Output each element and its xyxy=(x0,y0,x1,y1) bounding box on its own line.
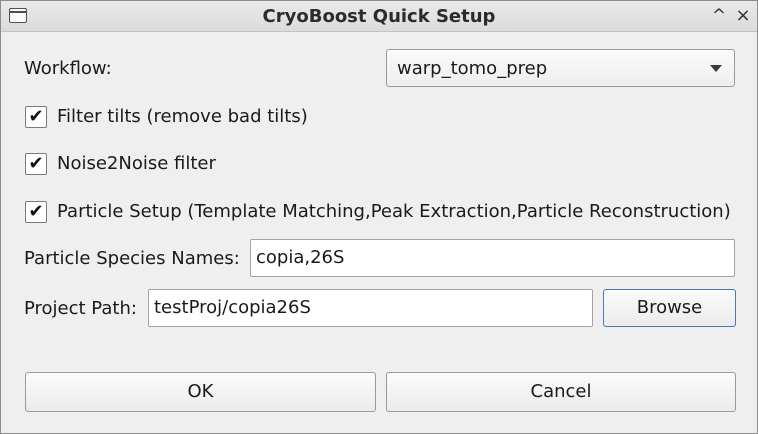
filter-tilts-label[interactable]: Filter tilts (remove bad tilts) xyxy=(57,105,308,129)
chevron-down-icon xyxy=(710,65,722,72)
cancel-button[interactable]: Cancel xyxy=(386,372,736,412)
project-path-input[interactable]: testProj/copia26S xyxy=(148,289,593,327)
window-title: CryoBoost Quick Setup xyxy=(262,6,496,27)
particle-setup-label[interactable]: Particle Setup (Template Matching,Peak E… xyxy=(57,200,731,224)
filter-tilts-checkbox[interactable]: ✔ xyxy=(25,106,47,128)
title-bar[interactable]: CryoBoost Quick Setup ^ × xyxy=(1,1,757,32)
close-icon[interactable]: × xyxy=(732,5,754,27)
workflow-selected-value: warp_tomo_prep xyxy=(397,58,548,79)
ok-button[interactable]: OK xyxy=(25,372,376,412)
species-input[interactable]: copia,26S xyxy=(250,239,735,277)
species-label: Particle Species Names: xyxy=(24,248,240,269)
quick-setup-dialog: CryoBoost Quick Setup ^ × Workflow: warp… xyxy=(0,0,758,434)
workflow-label: Workflow: xyxy=(24,58,112,79)
noise2noise-checkbox[interactable]: ✔ xyxy=(25,153,47,175)
noise2noise-label[interactable]: Noise2Noise filter xyxy=(57,152,216,176)
maximize-icon[interactable]: ^ xyxy=(708,5,730,27)
workflow-select[interactable]: warp_tomo_prep xyxy=(386,49,735,87)
project-path-label: Project Path: xyxy=(24,298,137,319)
particle-setup-checkbox[interactable]: ✔ xyxy=(25,201,47,223)
browse-button[interactable]: Browse xyxy=(603,289,736,327)
